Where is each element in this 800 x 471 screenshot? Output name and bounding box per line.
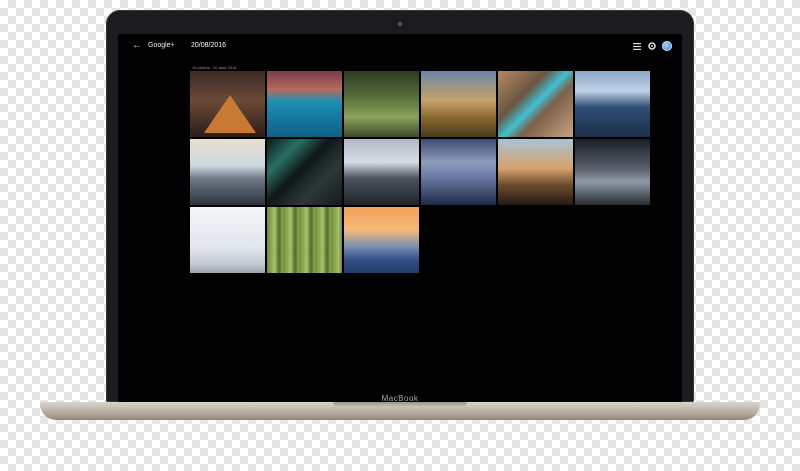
back-button[interactable]: ← <box>132 40 142 51</box>
photo-thumbnail-forest[interactable] <box>344 71 419 137</box>
device-brand-label: MacBook <box>381 394 419 403</box>
header-actions <box>632 41 672 51</box>
album-title: 20/08/2016 <box>191 42 227 49</box>
photo-count: 15 photos <box>192 65 210 70</box>
photo-thumbnail-desert-town[interactable] <box>498 139 573 205</box>
photo-thumbnail-mountains[interactable] <box>344 139 419 205</box>
photo-thumbnail-pyramid[interactable] <box>190 71 265 137</box>
photo-thumbnail-coast[interactable] <box>267 71 342 137</box>
photo-thumbnail-balloons[interactable] <box>421 71 496 137</box>
photo-thumbnail-river-aerial[interactable] <box>498 71 573 137</box>
app-brand[interactable]: Google+ <box>148 42 175 49</box>
photo-thumbnail-bridge-street[interactable] <box>575 139 650 205</box>
photo-thumbnail-sunset-mountain[interactable] <box>344 207 419 273</box>
photo-thumbnail-snowy-summit[interactable] <box>190 207 265 273</box>
photo-thumbnail-bamboo[interactable] <box>267 207 342 273</box>
laptop-lid: ← Google+ 20/08/2016 15 photos · 20 août… <box>106 10 694 402</box>
screen: ← Google+ 20/08/2016 15 photos · 20 août… <box>118 34 682 402</box>
photo-thumbnail-fjord[interactable] <box>575 71 650 137</box>
album-meta: 15 photos · 20 août 2016 <box>192 65 237 70</box>
laptop-base <box>40 402 760 420</box>
photo-thumbnail-city-skyline[interactable] <box>190 139 265 205</box>
camera-icon <box>398 22 402 26</box>
app-header: ← Google+ 20/08/2016 <box>118 34 682 60</box>
photo-grid <box>190 71 650 273</box>
settings-icon[interactable] <box>647 42 656 51</box>
album-date-range: 20 août 2016 <box>213 65 237 70</box>
photo-thumbnail-misty-hills[interactable] <box>421 139 496 205</box>
list-icon[interactable] <box>632 42 641 51</box>
avatar-icon[interactable] <box>662 41 672 51</box>
photo-thumbnail-aerial-abstract[interactable] <box>267 139 342 205</box>
